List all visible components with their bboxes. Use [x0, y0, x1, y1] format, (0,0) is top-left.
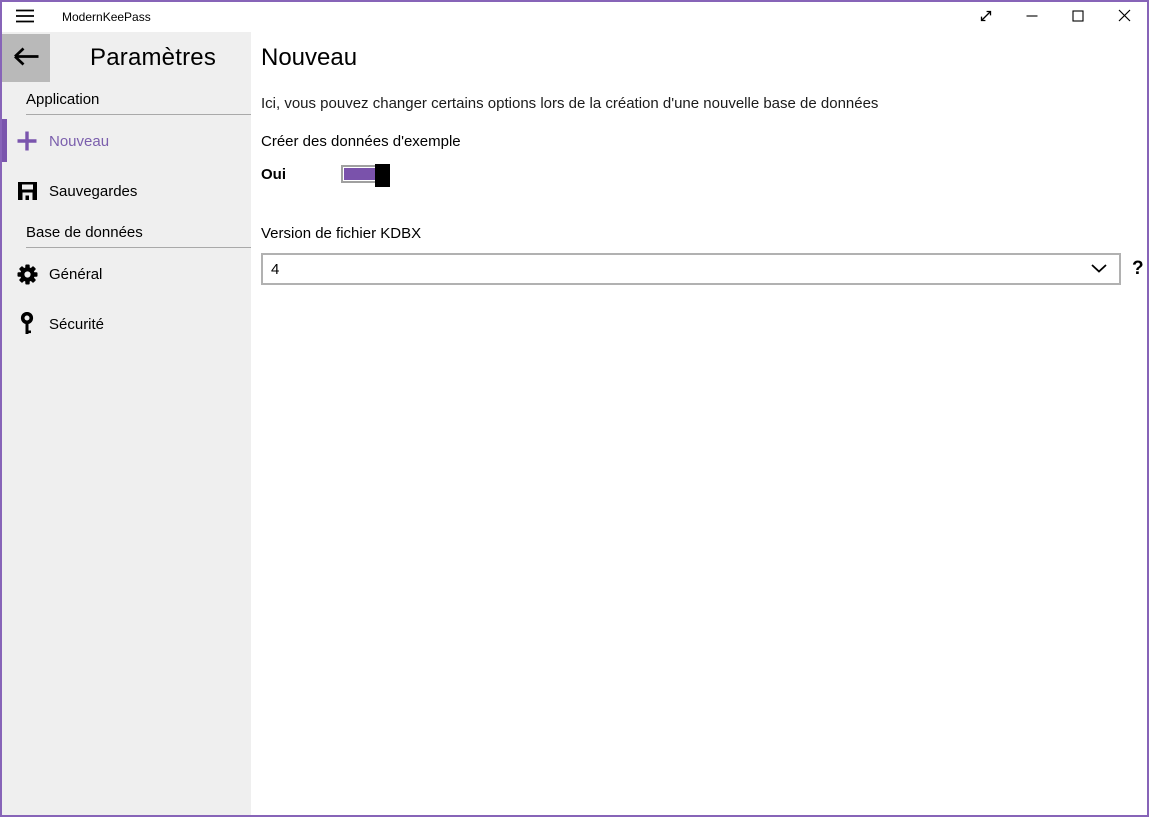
sidebar-item-label: Sauvegardes — [49, 183, 137, 200]
sample-data-toggle[interactable] — [341, 165, 387, 183]
hamburger-icon — [16, 9, 34, 26]
sidebar-item-sauvegardes[interactable]: Sauvegardes — [2, 167, 251, 215]
section-label-base-de-donnees: Base de données — [26, 224, 251, 248]
titlebar: ModernKeePass — [2, 2, 1147, 32]
sidebar-header: Paramètres — [2, 34, 251, 82]
selected-accent-bar — [2, 119, 7, 162]
sample-data-label: Créer des données d'exemple — [261, 133, 1147, 150]
settings-content: Nouveau Ici, vous pouvez changer certain… — [251, 32, 1147, 815]
hamburger-menu-button[interactable] — [2, 2, 48, 32]
fullscreen-button[interactable] — [963, 2, 1009, 32]
sidebar-item-label: Nouveau — [49, 133, 109, 150]
sidebar-item-nouveau[interactable]: Nouveau — [2, 117, 251, 165]
maximize-icon — [1072, 10, 1084, 25]
toggle-state-label: Oui — [261, 166, 341, 183]
fullscreen-icon — [978, 8, 994, 27]
content-description: Ici, vous pouvez changer certains option… — [261, 95, 1147, 112]
window-title: ModernKeePass — [62, 10, 151, 24]
app-body: Paramètres Application Nouveau — [2, 32, 1147, 815]
kdbx-help-indicator[interactable]: ? — [1132, 258, 1144, 280]
minimize-icon — [1026, 10, 1038, 25]
toggle-knob[interactable] — [375, 164, 390, 187]
section-label-application: Application — [26, 91, 251, 115]
plus-icon — [16, 129, 38, 153]
sample-data-toggle-row: Oui — [261, 162, 1147, 186]
minimize-button[interactable] — [1009, 2, 1055, 32]
sidebar-item-label: Sécurité — [49, 316, 104, 333]
combobox-selected-value: 4 — [271, 261, 1091, 278]
content-title: Nouveau — [261, 44, 1147, 72]
kdbx-version-row: 4 ? — [261, 253, 1147, 285]
maximize-button[interactable] — [1055, 2, 1101, 32]
settings-sidebar: Paramètres Application Nouveau — [2, 32, 251, 815]
kdbx-version-label: Version de fichier KDBX — [261, 225, 1147, 242]
kdbx-version-combobox[interactable]: 4 — [261, 253, 1121, 285]
sidebar-item-securite[interactable]: Sécurité — [2, 300, 251, 348]
back-arrow-icon — [13, 47, 40, 69]
close-icon — [1118, 9, 1131, 25]
sidebar-item-label: Général — [49, 266, 102, 283]
app-window: ModernKeePass — [0, 0, 1149, 817]
save-icon — [16, 179, 38, 203]
gear-icon — [16, 262, 38, 286]
back-button[interactable] — [2, 34, 50, 82]
close-button[interactable] — [1101, 2, 1147, 32]
page-title: Paramètres — [90, 44, 216, 72]
chevron-down-icon — [1091, 260, 1107, 278]
key-icon — [16, 312, 38, 336]
sidebar-item-general[interactable]: Général — [2, 250, 251, 298]
